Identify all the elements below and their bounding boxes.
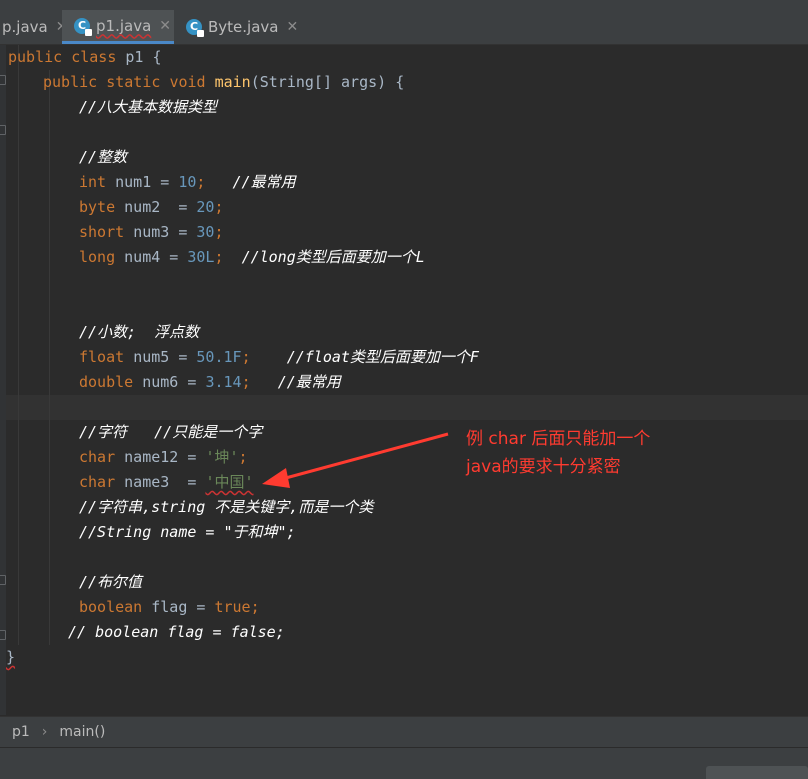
breadcrumb-method[interactable]: main() — [59, 724, 105, 740]
annotation-text: 例 char 后面只能加一个 java的要求十分紧密 — [466, 425, 726, 481]
bottom-bar — [0, 747, 808, 779]
red-arrowhead-icon — [262, 468, 290, 488]
breadcrumb-class[interactable]: p1 — [12, 724, 30, 740]
annotation-line-2: java的要求十分紧密 — [466, 457, 621, 477]
chevron-right-icon: › — [41, 724, 48, 740]
red-arrow-icon — [281, 432, 449, 481]
breadcrumb: p1 › main() — [0, 716, 808, 747]
annotation-line-1: 例 char 后面只能加一个 — [466, 429, 651, 449]
tool-window-button[interactable] — [706, 766, 808, 779]
annotation-arrow — [262, 432, 449, 488]
